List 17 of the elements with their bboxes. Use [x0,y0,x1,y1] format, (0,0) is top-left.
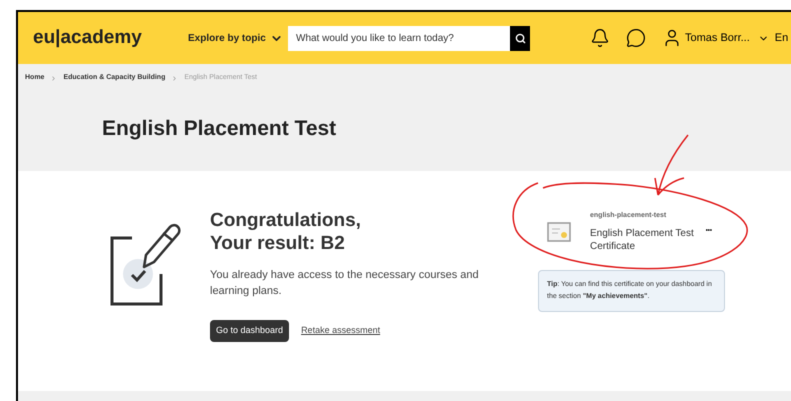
certificate-icon [547,222,571,242]
result-heading: Congratulations, Your result: B2 [210,209,362,255]
certificate-title: English Placement Test Certificate [590,226,695,252]
chat-icon[interactable] [626,28,646,48]
site-logo[interactable]: eu|academy [33,24,188,52]
user-name[interactable]: Tomas Borr... [685,30,750,46]
retake-link[interactable]: Retake assessment [301,324,380,338]
chevron-icon [171,74,178,82]
explore-menu[interactable]: Explore by topic [188,30,288,46]
notifications-icon[interactable] [590,28,610,48]
result-message: You already have access to the necessary courses and learning plans. [210,268,480,299]
chevron-icon [50,74,58,82]
search-icon[interactable] [510,26,530,50]
search-field[interactable]: What would you like to learn today? [288,26,510,50]
language-selector[interactable]: En [774,30,788,46]
page-title: English Placement Test [102,116,338,142]
dashboard-button[interactable]: Go to dashboard [210,320,290,342]
